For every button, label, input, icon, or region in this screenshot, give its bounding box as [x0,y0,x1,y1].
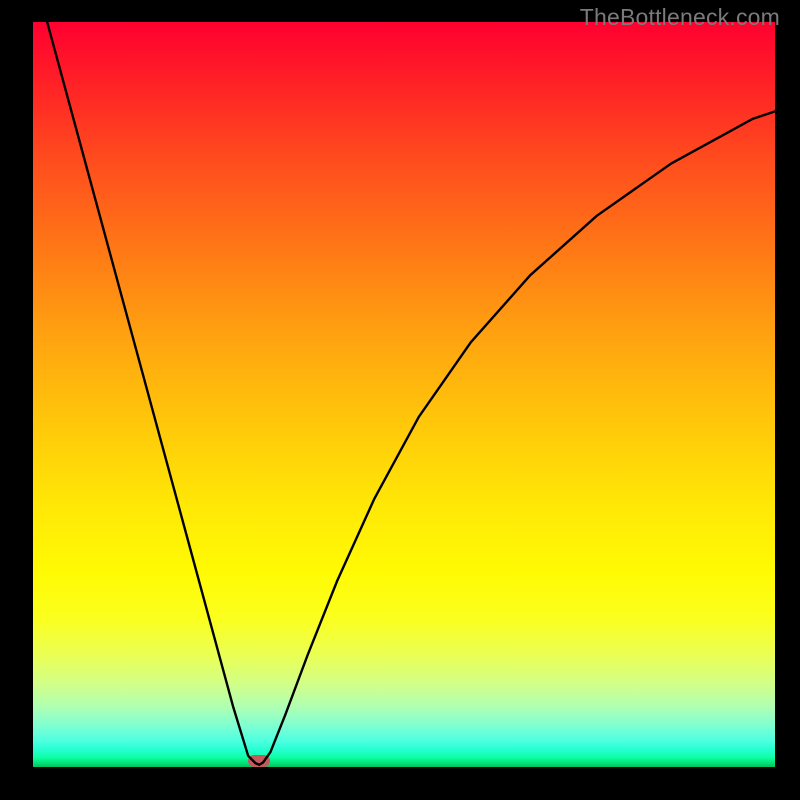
watermark-text: TheBottleneck.com [580,4,780,31]
plot-area [33,22,775,767]
chart-frame: TheBottleneck.com [0,0,800,800]
curve-svg [33,22,775,767]
bottleneck-curve [33,22,775,765]
